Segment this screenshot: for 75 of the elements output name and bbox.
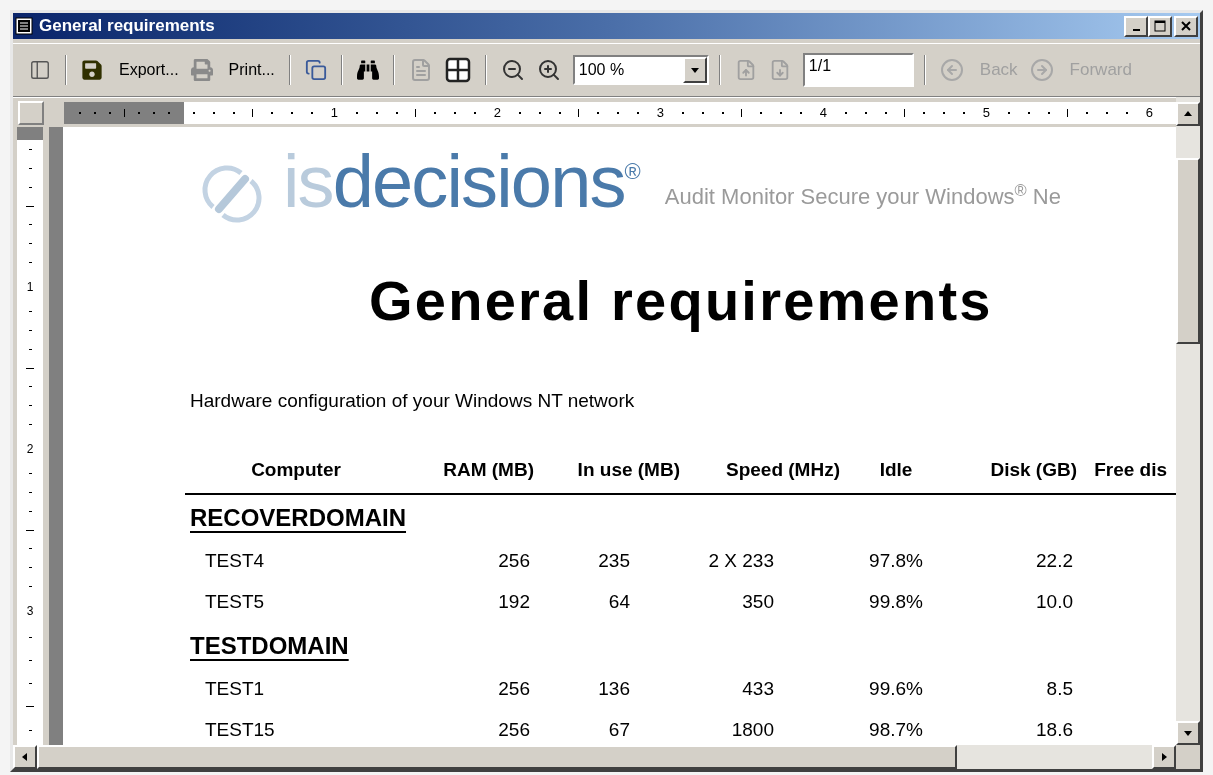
table-cell-text: 8.5 [1046,676,1073,701]
ruler-number: 3 [656,106,665,119]
table-cell-text: 99.6% [869,676,923,701]
column-header: Computer [251,458,341,482]
print-button[interactable]: Print... [186,54,279,86]
column-header: Disk (GB) [990,458,1077,482]
ruler-number: 4 [819,106,828,119]
close-button[interactable] [1174,15,1198,37]
zoom-in-icon [536,58,561,82]
grid-icon [444,57,471,83]
scroll-right-button[interactable] [1152,745,1176,769]
table-cell-text: 98.7% [869,717,923,742]
table-cell-text: 256 [498,717,530,742]
document-icon [15,17,33,35]
table-cell-text: 18.6 [1036,717,1073,742]
ruler-corner [18,100,44,125]
table-cell-text: 256 [498,676,530,701]
ruler-number: 1 [26,281,34,294]
maximize-icon [1154,20,1166,32]
ruler-number: 5 [982,106,991,119]
export-button[interactable]: Export... [77,54,183,86]
table-cell-text: 192 [498,589,530,614]
table-cell-text: 433 [742,676,774,701]
column-header: Idle [879,458,913,482]
table-cell-text: 136 [598,676,630,701]
table-cell-text: 235 [598,548,630,573]
scroll-thumb[interactable] [1176,158,1200,344]
ruler-margin [17,127,43,140]
page-number-field[interactable]: 1/1 [802,53,914,87]
scroll-thumb[interactable] [37,745,957,769]
table-cell-text: 67 [608,717,630,742]
zoom-out-icon [500,58,525,82]
ruler-number: 3 [26,605,34,618]
copy-icon [304,59,327,81]
table-cell-text: 10.0 [1036,589,1073,614]
minimize-icon [1132,29,1140,31]
table-cell-text: 350 [742,589,774,614]
scroll-left-button[interactable] [13,745,37,769]
group-heading: TESTDOMAIN [190,630,349,661]
group-heading: RECOVERDOMAIN [190,502,406,533]
zoom-select[interactable]: 100 % [572,55,709,85]
table-cell-text: 2 X 233 [708,548,774,573]
ruler-number: 2 [493,106,502,119]
table-cell-text: TEST5 [205,589,265,614]
table-cell-text: 99.8% [869,589,923,614]
table-cell-text: 256 [498,548,530,573]
column-header: Speed (MHz) [726,458,840,482]
logo-text: isdecisions [283,139,625,226]
scroll-up-button[interactable] [1176,102,1200,126]
table-cell-text: TEST15 [205,717,275,742]
report-subtitle: Hardware configuration of your Windows NT network [190,391,636,410]
window-title: General requirements [39,15,215,38]
ruler-number: 6 [1145,106,1154,119]
ruler-number: 2 [26,443,34,456]
printer-icon [190,59,213,81]
save-icon [81,59,103,81]
minimize-button[interactable] [1124,15,1148,37]
tagline: Audit Monitor Secure your Windows$^{®}$ Ne [664,180,1061,211]
column-header: In use (MB) [577,458,680,482]
logo-icon [201,163,263,225]
scroll-down-button[interactable] [1176,721,1200,745]
close-icon [1180,20,1192,32]
maximize-button[interactable] [1148,15,1172,37]
column-header: RAM (MB) [443,458,534,482]
table-cell-text: 97.8% [869,548,923,573]
registered-mark: ® [624,161,641,183]
binoculars-icon [356,59,379,81]
panel-icon [29,59,51,81]
table-cell-text: 1800 [731,717,774,742]
table-cell-text: 22.2 [1036,548,1073,573]
ruler-number: 1 [330,106,339,119]
table-cell-text: 64 [608,589,630,614]
table-cell-text: TEST4 [205,548,265,573]
table-cell-text: TEST1 [205,676,265,701]
column-header: Free dis [1094,458,1167,482]
